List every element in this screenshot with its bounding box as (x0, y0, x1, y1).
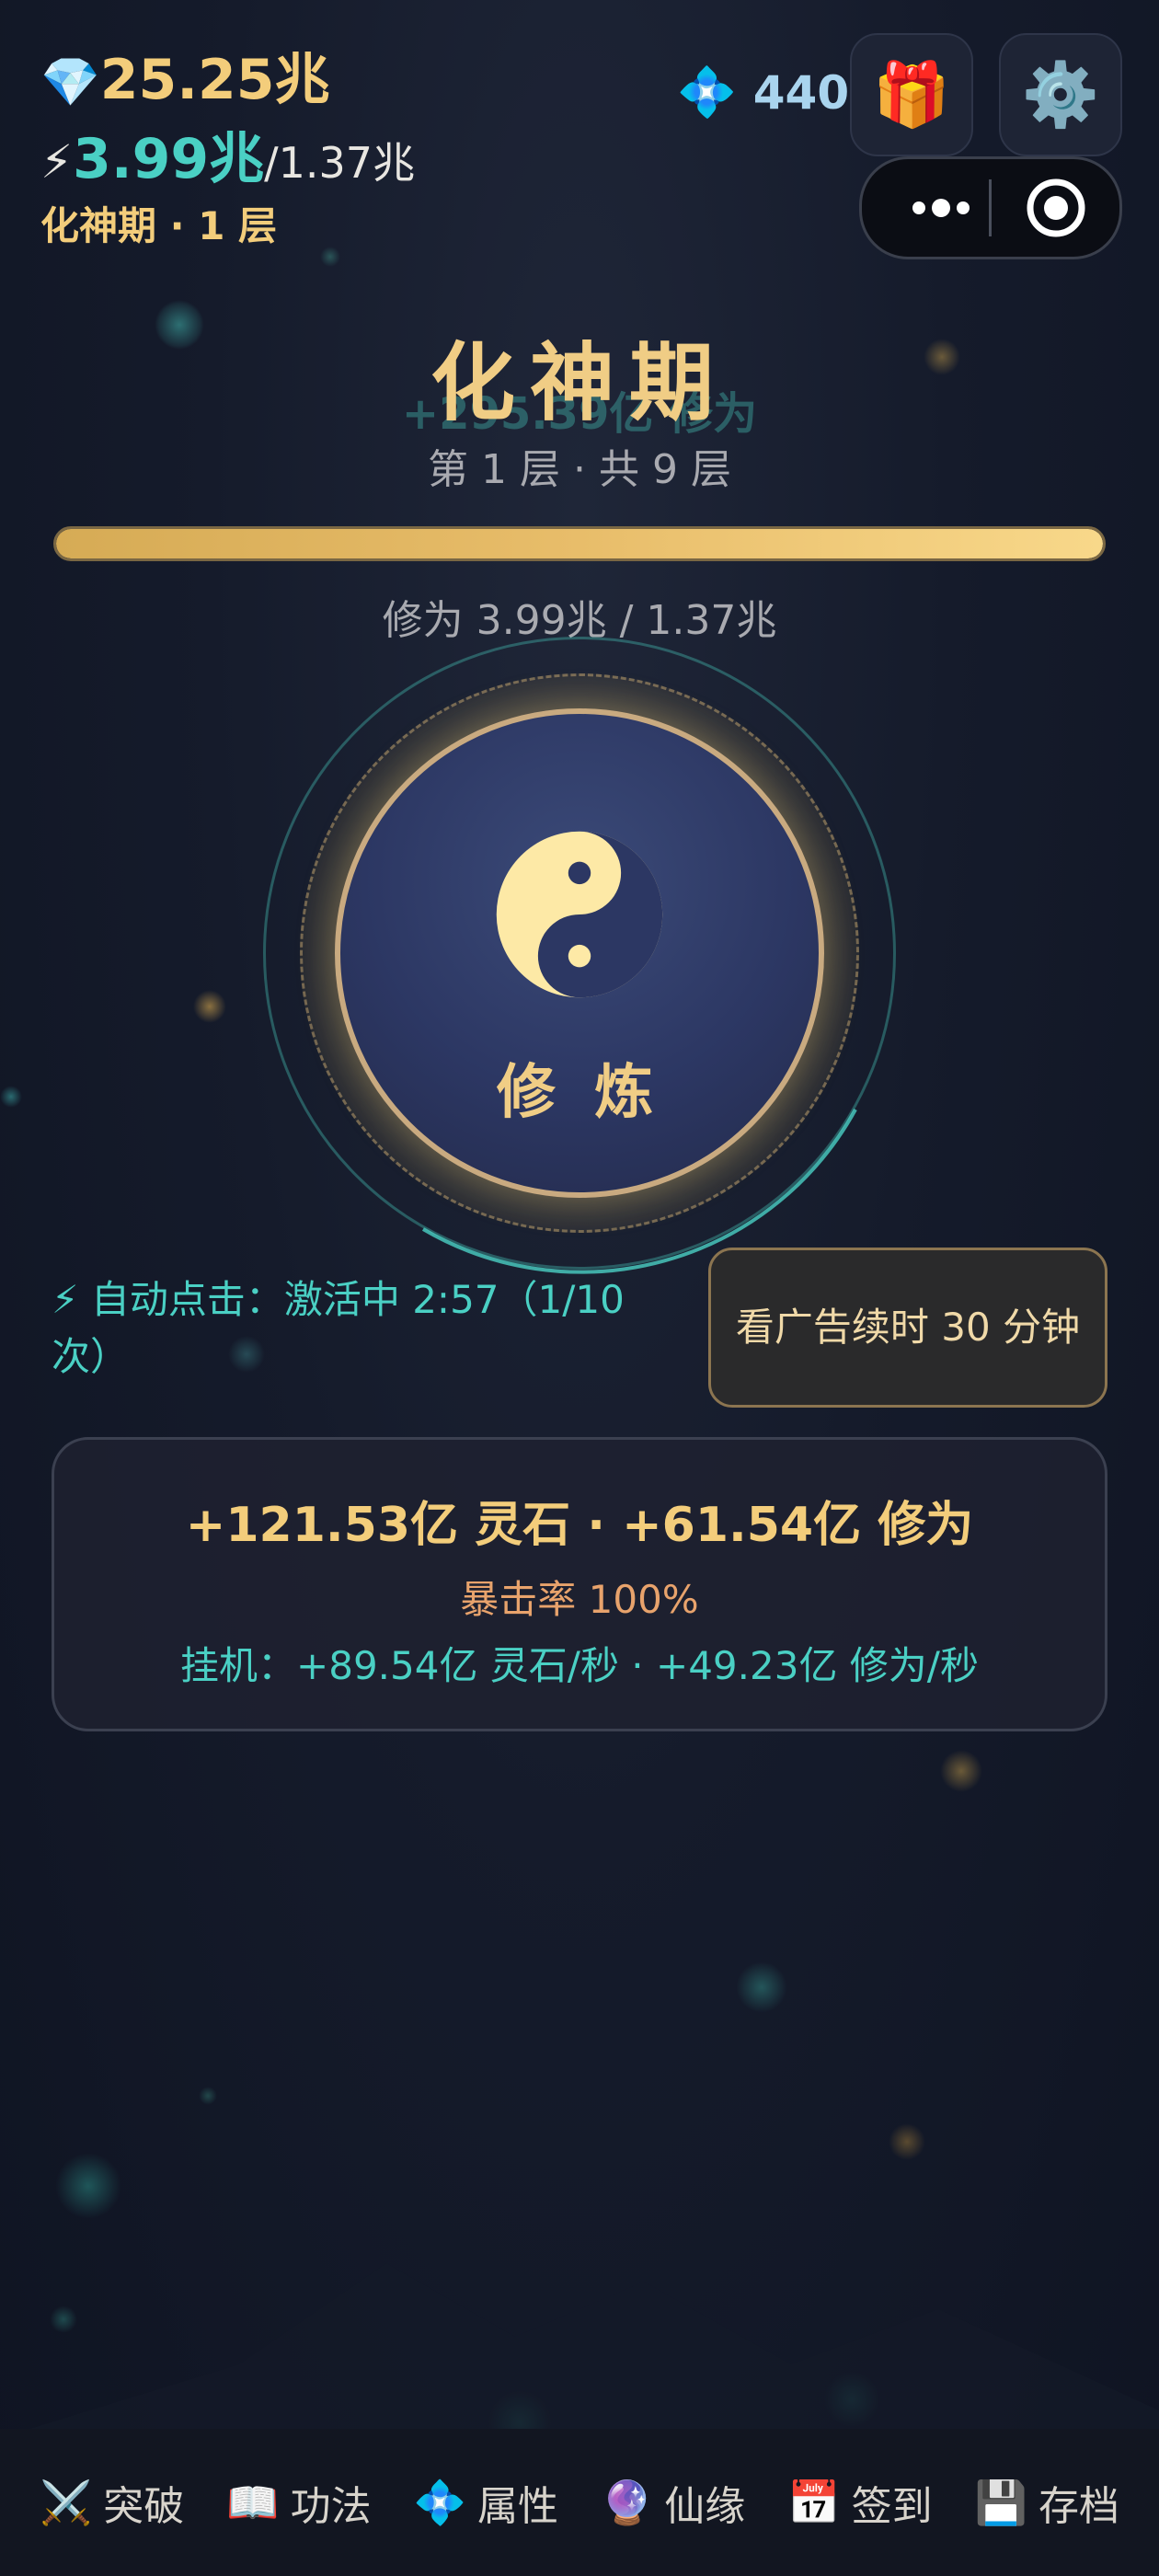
more-menu-button[interactable] (895, 185, 987, 231)
cultivate-orb: 修 炼 (258, 631, 901, 1275)
nav-label: 签到 (851, 2483, 933, 2530)
energy-max-value: /1.37兆 (264, 138, 416, 188)
auto-click-status: ⚡ 自动点击：激活中 2:57（1/10 次） (52, 1277, 625, 1379)
more-dots-icon (912, 199, 970, 217)
click-gain-text: +121.53亿 灵石 · +61.54亿 修为 (185, 1498, 974, 1553)
book-icon: 📖 (226, 2477, 280, 2527)
nav-label: 属性 (476, 2483, 558, 2530)
target-circle-icon (1027, 178, 1085, 237)
nav-save[interactable]: 💾 存档 (975, 2473, 1119, 2532)
particle (55, 2153, 121, 2219)
lightning-icon: ⚡ (40, 135, 74, 189)
crit-rate-text: 暴击率 100% (460, 1577, 699, 1622)
yin-yang-icon (496, 831, 663, 998)
capsule-divider (989, 179, 992, 236)
idle-gain-text: 挂机：+89.54亿 灵石/秒 · +49.23亿 修为/秒 (180, 1643, 979, 1688)
layer-text: 第 1 层 · 共 9 层 (428, 446, 731, 493)
floppy-disk-icon: 💾 (974, 2477, 1027, 2527)
nav-attributes[interactable]: 💠 属性 (414, 2473, 558, 2532)
nav-label: 功法 (290, 2483, 372, 2530)
crystal-ball-icon: 🔮 (601, 2477, 654, 2527)
settings-button[interactable]: ⚙️ (999, 33, 1122, 156)
realm-label: 化神期 · 1 层 (40, 203, 278, 248)
spirit-stones-display: 💎 25.25兆 (40, 35, 330, 115)
mini-program-capsule (859, 156, 1122, 259)
mountain-silhouette (0, 2263, 1159, 2438)
cultivate-label: 修 炼 (496, 1059, 663, 1127)
gift-button[interactable]: 🎁 (850, 33, 973, 156)
particle (736, 1961, 787, 2013)
gift-icon: 🎁 (872, 59, 951, 132)
crystal-icon: 💠 (677, 65, 737, 121)
diamond-icon: 💎 (40, 55, 100, 110)
particle (199, 2087, 217, 2105)
nav-label: 突破 (103, 2483, 185, 2530)
spirit-stones-value: 25.25兆 (99, 48, 330, 112)
nav-label: 存档 (1038, 2483, 1119, 2530)
watch-ad-label: 看广告续时 30 分钟 (735, 1305, 1081, 1350)
particle (0, 1086, 22, 1108)
nav-label: 仙缘 (664, 2483, 746, 2530)
cultivation-progress-bar (53, 526, 1106, 561)
crossed-swords-icon: ⚔️ (40, 2477, 93, 2527)
stage-title: 化神期 (430, 334, 729, 432)
watch-ad-extend-button[interactable]: 看广告续时 30 分钟 (708, 1248, 1107, 1408)
crystal-counter: 💠 440 (677, 64, 849, 121)
nav-techniques[interactable]: 📖 功法 (226, 2473, 371, 2532)
nav-breakthrough[interactable]: ⚔️ 突破 (40, 2473, 184, 2532)
particle (889, 2123, 925, 2160)
energy-current-value: 3.99兆 (73, 127, 265, 191)
close-mini-program-button[interactable] (1024, 176, 1088, 240)
calendar-icon: 📅 (787, 2477, 841, 2527)
particle (940, 1750, 982, 1792)
energy-display: ⚡ 3.99兆 /1.37兆 (40, 114, 415, 194)
crystal-icon: 💠 (413, 2477, 466, 2527)
nav-checkin[interactable]: 📅 签到 (787, 2473, 932, 2532)
cultivate-button[interactable]: 修 炼 (335, 708, 824, 1198)
nav-fortune[interactable]: 🔮 仙缘 (601, 2473, 745, 2532)
gains-card: +121.53亿 灵石 · +61.54亿 修为 暴击率 100% 挂机：+89… (52, 1437, 1107, 1731)
gear-icon: ⚙️ (1021, 59, 1100, 132)
bottom-navigation: ⚔️ 突破 📖 功法 💠 属性 🔮 仙缘 📅 签到 💾 存档 (0, 2429, 1159, 2576)
particle (320, 247, 340, 267)
crystal-count: 440 (752, 65, 850, 120)
particle (193, 990, 226, 1023)
progress-fill (56, 529, 1103, 558)
